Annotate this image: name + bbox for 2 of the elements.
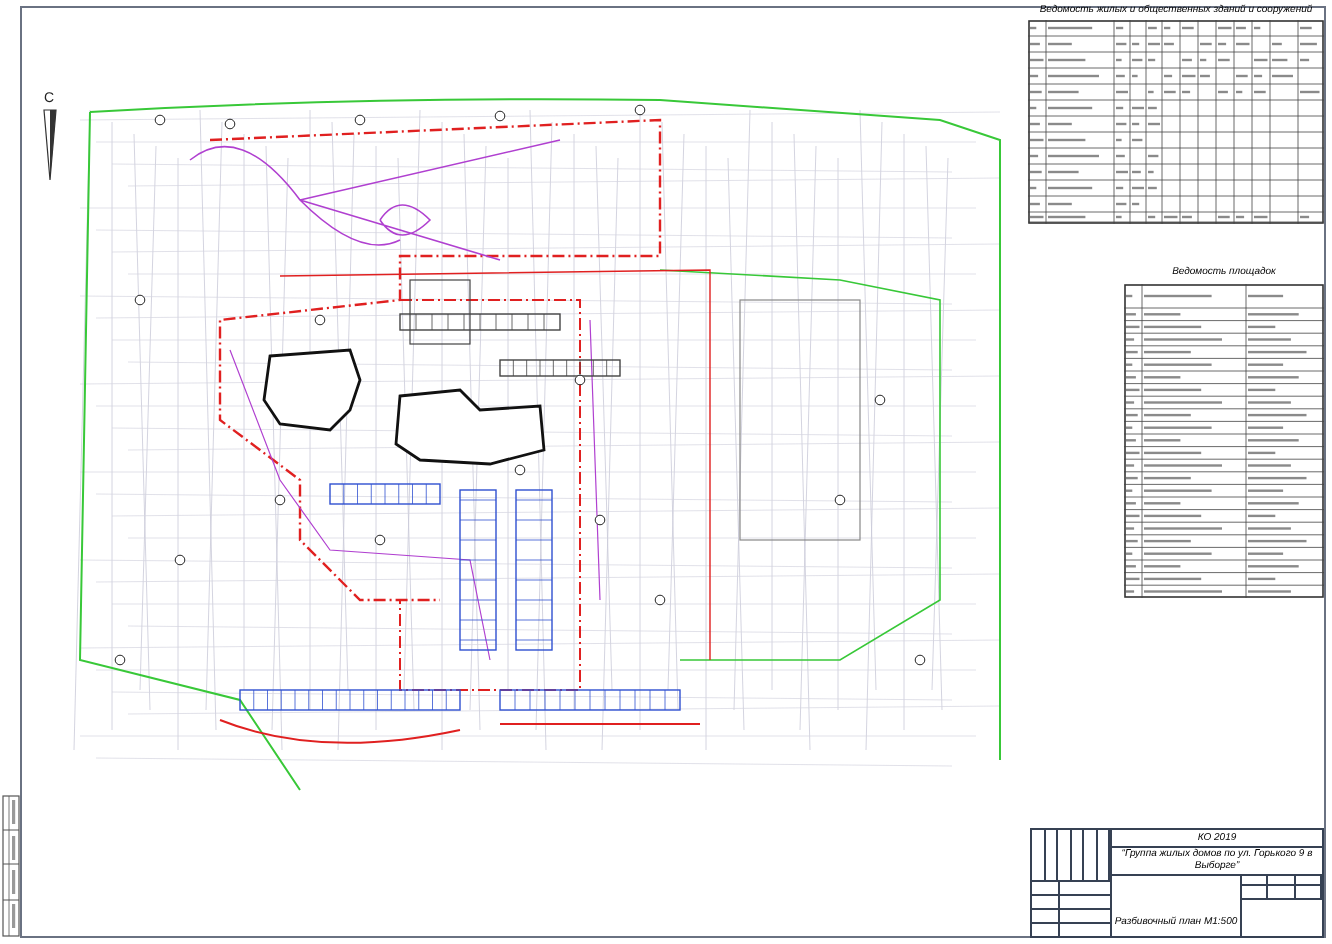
north-arrow-icon	[43, 109, 57, 181]
stamp-drawing	[2, 795, 20, 937]
